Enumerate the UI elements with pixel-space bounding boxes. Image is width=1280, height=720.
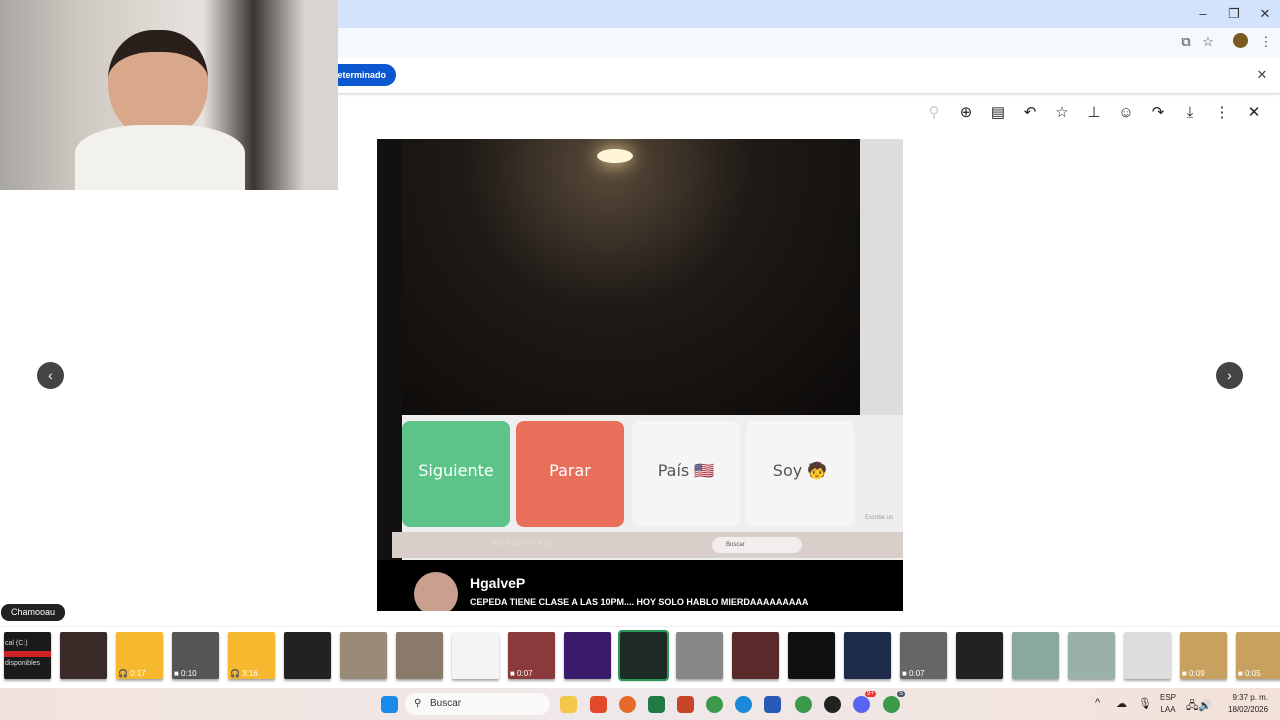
thumbnail[interactable]: ■ 0:07: [900, 632, 947, 679]
thumbnail[interactable]: cal (C:) disponibles: [4, 632, 51, 679]
chat-message: HgalveP CEPEDA TIENE CLASE A LAS 10PM...…: [377, 560, 903, 611]
thumbnail-badge: ■ 0:10: [174, 669, 197, 678]
restore-button[interactable]: ❐: [1223, 4, 1245, 24]
more-icon[interactable]: ⋮: [1212, 103, 1232, 123]
thumbnail[interactable]: ■ 0:07: [508, 632, 555, 679]
word-icon[interactable]: [764, 696, 781, 713]
taskbar-search[interactable]: ⚲ Buscar: [405, 693, 550, 715]
thumbnail[interactable]: [60, 632, 107, 679]
language-indicator[interactable]: ESP LAA: [1160, 693, 1176, 714]
next-button[interactable]: ›: [1216, 362, 1243, 389]
zoom-out-icon[interactable]: ⚲: [924, 103, 944, 123]
forward-icon[interactable]: ↷: [1148, 103, 1168, 123]
clock[interactable]: 9:37 p. m. 18/02/2026: [1228, 693, 1268, 714]
zoom-in-icon[interactable]: ⊕: [956, 103, 976, 123]
powerpoint-icon[interactable]: [677, 696, 694, 713]
thumbnail[interactable]: [1012, 632, 1059, 679]
install-app-icon[interactable]: ⧉: [1177, 33, 1195, 51]
thumbnail[interactable]: [676, 632, 723, 679]
discord-icon[interactable]: 9+: [853, 691, 876, 713]
siguiente-button: Siguiente: [402, 421, 510, 527]
close-window-button[interactable]: ✕: [1254, 4, 1276, 24]
main-photo: Siguiente Parar País 🇺🇸 Soy 🧒 Escribe un…: [377, 139, 903, 611]
network-volume-icon[interactable]: 🖧🔊: [1186, 697, 1212, 716]
thumbnail[interactable]: [1124, 632, 1171, 679]
face: [108, 30, 208, 140]
webcam-overlay: [0, 0, 338, 190]
windows-taskbar: 9+ S ^ ☁ 🎙 ESP LAA 🖧🔊 9:37 p. m. 18/02/202…: [0, 688, 1280, 720]
thumbnail-badge: ■ 0:07: [510, 669, 533, 678]
app-icon[interactable]: [824, 696, 841, 713]
thumbnail[interactable]: ■ 0:10: [172, 632, 219, 679]
reply-icon[interactable]: ↶: [1020, 103, 1040, 123]
search-icon: ⚲: [414, 698, 422, 709]
thumbnail-label: cal (C:): [5, 640, 28, 647]
thumbnail[interactable]: ■ 0:05: [1236, 632, 1280, 679]
thumbnail[interactable]: [452, 632, 499, 679]
thumbnail-badge: ■ 0:05: [1238, 669, 1261, 678]
microphone-icon[interactable]: 🎙: [1138, 697, 1152, 710]
brave-icon[interactable]: [590, 696, 607, 713]
previous-button[interactable]: ‹: [37, 362, 64, 389]
chrome-profile-icon[interactable]: [795, 696, 812, 713]
shirt: [75, 125, 245, 190]
thumbnail[interactable]: 🎧 0:17: [116, 632, 163, 679]
onedrive-icon[interactable]: ☁: [1116, 697, 1127, 710]
thumbnail[interactable]: [284, 632, 331, 679]
chat-username: HgalveP: [470, 575, 526, 591]
file-explorer-icon[interactable]: [560, 696, 577, 713]
pin-icon[interactable]: ⊥: [1084, 103, 1104, 123]
thumbnail[interactable]: ■ 0:09: [1180, 632, 1227, 679]
parar-button: Parar: [516, 421, 624, 527]
chrome-profile-2-icon[interactable]: S: [883, 691, 905, 713]
thumbnail[interactable]: [844, 632, 891, 679]
chat-text: CEPEDA TIENE CLASE A LAS 10PM.... HOY SO…: [470, 597, 809, 607]
star-icon[interactable]: ☆: [1052, 103, 1072, 123]
start-icon[interactable]: [381, 696, 398, 713]
thumbnail[interactable]: [618, 630, 669, 681]
thumbnail[interactable]: [732, 632, 779, 679]
pais-button: País 🇺🇸: [632, 421, 740, 527]
thumbnail-badge: ■ 0:09: [1182, 669, 1205, 678]
thumbnail-badge: 🎧 0:17: [118, 669, 146, 678]
thumbnail[interactable]: [564, 632, 611, 679]
download-icon[interactable]: ⤓: [1180, 103, 1200, 123]
thumbnail[interactable]: 🎧 3:16: [228, 632, 275, 679]
bookmark-star-icon[interactable]: ☆: [1199, 33, 1217, 51]
tray-chevron-icon[interactable]: ^: [1095, 697, 1100, 709]
thumbnail-label: disponibles: [5, 660, 41, 667]
thumbnail-badge: ■ 0:07: [902, 669, 925, 678]
profile-avatar[interactable]: [1233, 33, 1248, 48]
excel-icon[interactable]: [648, 696, 665, 713]
thumbnail[interactable]: [1068, 632, 1115, 679]
mini-taskbar: 01:04:23 / 01:04:03 Buscar: [392, 532, 903, 558]
thumbnail[interactable]: [396, 632, 443, 679]
video-scene: [402, 139, 860, 415]
minimize-button[interactable]: –: [1192, 4, 1214, 24]
emoji-icon[interactable]: ☺: [1116, 103, 1136, 123]
thumbnail[interactable]: [956, 632, 1003, 679]
firefox-icon[interactable]: [619, 696, 636, 713]
close-icon[interactable]: ✕: [1253, 66, 1271, 84]
edge-icon[interactable]: [735, 696, 752, 713]
caption-icon[interactable]: ▤: [988, 103, 1008, 123]
tooltip: Chamooau: [1, 604, 66, 621]
thumbnail[interactable]: [340, 632, 387, 679]
thumbnail[interactable]: [788, 632, 835, 679]
browser-menu-icon[interactable]: ⋮: [1257, 33, 1275, 51]
avatar: [414, 572, 458, 611]
thumbnail-badge: 🎧 3:16: [230, 669, 258, 678]
thumbnail-strip: cal (C:) disponibles 🎧 0:17 ■ 0:10 🎧 3:16 ■ 0…: [0, 626, 1280, 684]
soy-button: Soy 🧒: [746, 421, 854, 527]
close-viewer-icon[interactable]: ✕: [1244, 103, 1264, 123]
chrome-icon[interactable]: [706, 696, 723, 713]
